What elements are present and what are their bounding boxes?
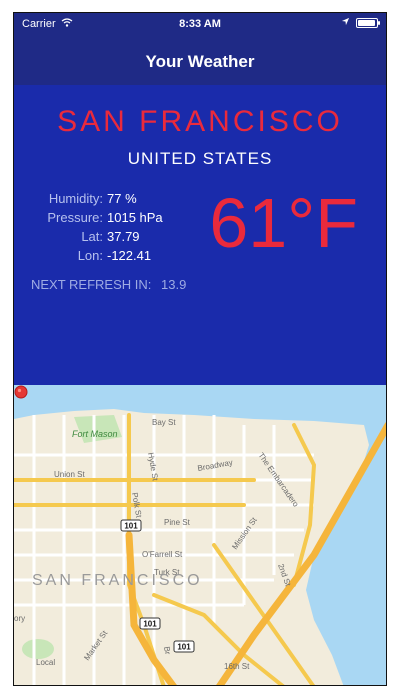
stat-value: 77 % bbox=[107, 191, 137, 206]
status-time: 8:33 AM bbox=[179, 18, 221, 30]
refresh-label: NEXT REFRESH IN: bbox=[31, 277, 152, 292]
country-name: UNITED STATES bbox=[127, 149, 273, 168]
stat-label: Lat: bbox=[81, 229, 103, 244]
map-view[interactable]: Fort Mason Bay St Union St Broadway Polk… bbox=[14, 385, 386, 685]
stat-label: Pressure: bbox=[47, 210, 103, 225]
temperature: 61°F bbox=[209, 184, 358, 262]
stat-value: 1015 hPa bbox=[107, 210, 163, 225]
map-label-union-st: Union St bbox=[54, 470, 85, 479]
map-canvas: Fort Mason Bay St Union St Broadway Polk… bbox=[14, 385, 386, 685]
map-label-pine-st: Pine St bbox=[164, 518, 191, 527]
map-label-16th-st: 16th St bbox=[224, 662, 250, 671]
map-label-ory: ory bbox=[14, 614, 25, 623]
location-arrow-icon bbox=[341, 17, 350, 29]
stat-value: 37.79 bbox=[107, 229, 140, 244]
stat-label: Lon: bbox=[77, 248, 103, 263]
navigation-bar: Your Weather bbox=[14, 35, 386, 85]
phone-screen: Carrier 8:33 AM Your Weather SAN FRANCIS… bbox=[13, 12, 387, 686]
highway-shield: 101 bbox=[124, 522, 138, 531]
status-bar: Carrier 8:33 AM bbox=[14, 13, 386, 35]
refresh-countdown: NEXT REFRESH IN: 13.9 bbox=[31, 277, 186, 292]
weather-panel: SAN FRANCISCO UNITED STATES Humidity: 77… bbox=[14, 85, 386, 385]
page-title: Your Weather bbox=[145, 52, 255, 71]
city-name: SAN FRANCISCO bbox=[57, 105, 343, 138]
highway-shield: 101 bbox=[143, 620, 157, 629]
stat-label: Humidity: bbox=[48, 191, 103, 206]
map-label-bay-st: Bay St bbox=[152, 418, 176, 427]
map-label-fort-mason: Fort Mason bbox=[72, 429, 118, 439]
highway-shield: 101 bbox=[177, 643, 191, 652]
refresh-value: 13.9 bbox=[161, 277, 187, 292]
map-city-watermark: SAN FRANCISCO bbox=[32, 572, 203, 589]
stat-value: -122.41 bbox=[107, 248, 152, 263]
location-pin-icon[interactable] bbox=[14, 385, 28, 399]
battery-icon bbox=[356, 18, 380, 28]
map-label-local: Local bbox=[36, 658, 55, 667]
map-label-ofarrell-st: O'Farrell St bbox=[142, 550, 183, 559]
